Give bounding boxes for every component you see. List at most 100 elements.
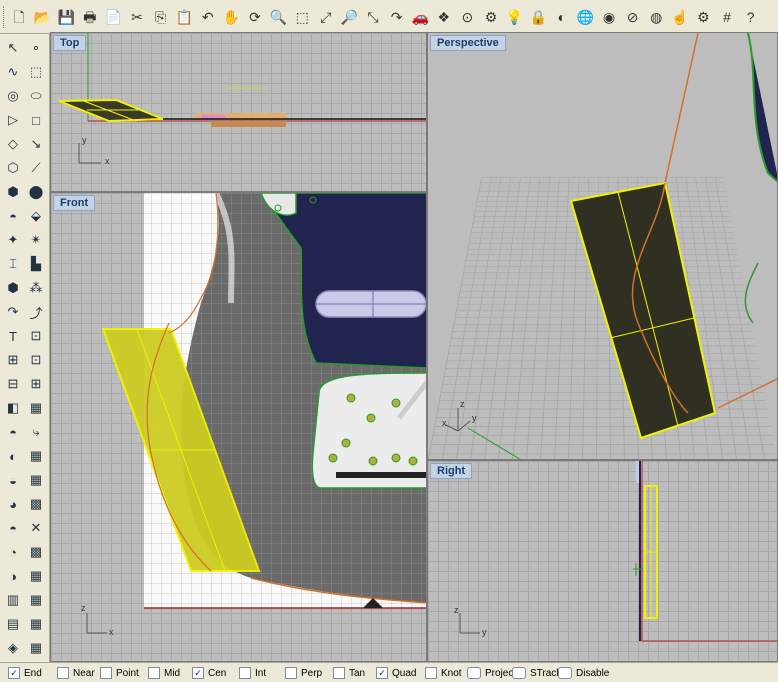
tool-51-icon[interactable]: ▦ — [26, 638, 46, 658]
tool-34-icon[interactable]: ◐ — [3, 446, 23, 466]
save-icon[interactable]: 💾 — [56, 7, 76, 27]
tool-49-icon[interactable]: ▦ — [26, 614, 46, 634]
shade-icon[interactable]: ◐ — [552, 7, 572, 27]
redo-view-icon[interactable]: ↷ — [387, 7, 407, 27]
tool-16-icon[interactable]: ✦ — [3, 230, 23, 250]
sphere-icon[interactable]: ◍ — [646, 7, 666, 27]
osnap-point[interactable]: Point — [100, 666, 139, 680]
tool-15-icon[interactable]: ⬙ — [26, 206, 46, 226]
paste-icon[interactable]: 📋 — [174, 7, 194, 27]
cut-icon[interactable]: ✂ — [127, 7, 147, 27]
tool-30-icon[interactable]: ◧ — [3, 398, 23, 418]
viewport-title-perspective[interactable]: Perspective — [430, 35, 506, 51]
tool-18-icon[interactable]: ⌶ — [3, 254, 23, 274]
tool-41-icon[interactable]: ✕ — [26, 518, 46, 538]
car-icon[interactable]: 🚗 — [410, 7, 430, 27]
rotate-icon[interactable]: ⟳ — [245, 7, 265, 27]
viewport-perspective[interactable]: x y z Perspective — [427, 32, 778, 460]
tool-1-icon[interactable]: ∘ — [26, 38, 46, 58]
tool-26-icon[interactable]: ⊞ — [3, 350, 23, 370]
osnap-tan[interactable]: Tan — [333, 666, 365, 680]
viewport-title-front[interactable]: Front — [53, 195, 96, 211]
copy-icon[interactable]: ⎘ — [151, 7, 171, 27]
tool-36-icon[interactable]: ◒ — [3, 470, 23, 490]
tool-29-icon[interactable]: ⊞ — [26, 374, 46, 394]
tool-22-icon[interactable]: ↷ — [3, 302, 23, 322]
tool-47-icon[interactable]: ▦ — [26, 590, 46, 610]
osnap-checkbox[interactable] — [333, 667, 345, 679]
osnap-int[interactable]: Int — [239, 666, 266, 680]
import-icon[interactable]: 📄 — [103, 7, 123, 27]
tool-2-icon[interactable]: ∿ — [3, 62, 23, 82]
osnap-mid[interactable]: Mid — [148, 666, 180, 680]
osnap-perp[interactable]: Perp — [285, 666, 322, 680]
help-icon[interactable]: ? — [741, 7, 761, 27]
zoom-selected-icon[interactable]: 🔎 — [339, 7, 359, 27]
tool-4-icon[interactable]: ◎ — [3, 86, 23, 106]
osnap-icon[interactable]: ⊙ — [457, 7, 477, 27]
pointer-icon[interactable]: ☝ — [670, 7, 690, 27]
tool-32-icon[interactable]: ◓ — [3, 422, 23, 442]
osnap-checkbox[interactable]: ✓ — [192, 667, 204, 679]
tool-17-icon[interactable]: ✴ — [26, 230, 46, 250]
tool-5-icon[interactable]: ⬭ — [26, 86, 46, 106]
osnap-near[interactable]: Near — [57, 666, 95, 680]
tool-8-icon[interactable]: ◇ — [3, 134, 23, 154]
tool-6-icon[interactable]: ▷ — [3, 110, 23, 130]
viewport-front[interactable]: x z Front — [50, 192, 427, 662]
tool-44-icon[interactable]: ◑ — [3, 566, 23, 586]
render-icon[interactable]: 🌐 — [575, 7, 595, 27]
osnap-checkbox[interactable] — [285, 667, 297, 679]
pane-toggle[interactable] — [558, 667, 572, 679]
tool-7-icon[interactable]: □ — [26, 110, 46, 130]
pane-toggle[interactable] — [512, 667, 526, 679]
tool-35-icon[interactable]: ▦ — [26, 446, 46, 466]
viewport-top[interactable]: x y Top — [50, 32, 427, 192]
tool-37-icon[interactable]: ▦ — [26, 470, 46, 490]
pane-project[interactable]: Project — [467, 666, 516, 680]
tool-0-icon[interactable]: ↖ — [3, 38, 23, 58]
osnap-checkbox[interactable]: ✓ — [376, 667, 388, 679]
osnap-checkbox[interactable] — [57, 667, 69, 679]
tool-13-icon[interactable]: ⬤ — [26, 182, 46, 202]
osnap-checkbox[interactable] — [239, 667, 251, 679]
new-file-icon[interactable]: 🗋 — [9, 7, 29, 27]
lights-icon[interactable]: 💡 — [505, 7, 525, 27]
osnap-checkbox[interactable]: ✓ — [8, 667, 20, 679]
pan-icon[interactable]: ✋ — [221, 7, 241, 27]
undo-icon[interactable]: ↶ — [198, 7, 218, 27]
viewport-title-right[interactable]: Right — [430, 463, 473, 479]
print-icon[interactable]: 🖶 — [80, 7, 100, 27]
tool-46-icon[interactable]: ▥ — [3, 590, 23, 610]
osnap-checkbox[interactable] — [148, 667, 160, 679]
tool-23-icon[interactable]: ⤴ — [26, 302, 46, 322]
tool-19-icon[interactable]: ▙ — [26, 254, 46, 274]
tool-33-icon[interactable]: ⤷ — [26, 422, 46, 442]
tool-45-icon[interactable]: ▦ — [26, 566, 46, 586]
open-file-icon[interactable]: 📂 — [33, 7, 53, 27]
tool-40-icon[interactable]: ◓ — [3, 518, 23, 538]
tool-24-icon[interactable]: T — [3, 326, 23, 346]
lock-icon[interactable]: 🔒 — [528, 7, 548, 27]
tool-3-icon[interactable]: ⬚ — [26, 62, 46, 82]
zoom-dynamic-icon[interactable]: ⤡ — [363, 7, 383, 27]
pane-strack[interactable]: STrack — [512, 666, 561, 680]
osnap-checkbox[interactable] — [100, 667, 112, 679]
layer-setup-icon[interactable]: ❖ — [434, 7, 454, 27]
color-icon[interactable]: ◉ — [599, 7, 619, 27]
tool-39-icon[interactable]: ▩ — [26, 494, 46, 514]
zoom-extents-icon[interactable]: ⤢ — [316, 7, 336, 27]
tool-10-icon[interactable]: ⬡ — [3, 158, 23, 178]
tool-48-icon[interactable]: ▤ — [3, 614, 23, 634]
tool-31-icon[interactable]: ▦ — [26, 398, 46, 418]
viewport-right[interactable]: y z Right — [427, 460, 778, 662]
osnap-end[interactable]: ✓ End — [8, 666, 42, 680]
osnap-quad[interactable]: ✓ Quad — [376, 666, 416, 680]
tool-38-icon[interactable]: ◕ — [3, 494, 23, 514]
viewport-title-top[interactable]: Top — [53, 35, 87, 51]
pane-toggle[interactable] — [467, 667, 481, 679]
tool-9-icon[interactable]: ↘ — [26, 134, 46, 154]
osnap-knot[interactable]: Knot — [425, 666, 462, 680]
osnap-cen[interactable]: ✓ Cen — [192, 666, 226, 680]
tool-21-icon[interactable]: ⁂ — [26, 278, 46, 298]
